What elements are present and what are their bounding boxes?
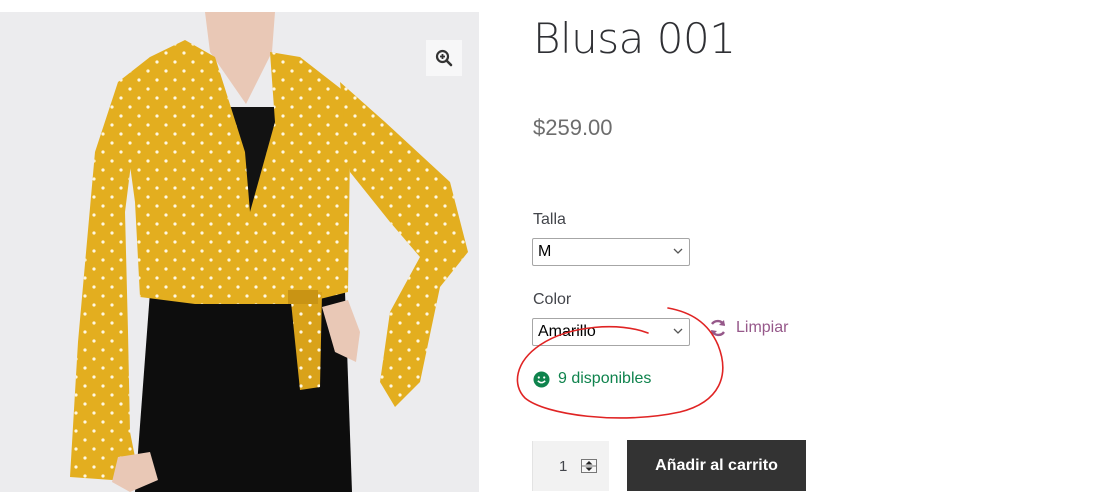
refresh-icon [710,319,726,337]
product-price: $259.00 [533,115,613,140]
clear-variations-link[interactable]: Limpiar [708,318,788,338]
product-title: Blusa 001 [533,14,736,63]
zoom-button[interactable] [426,40,462,76]
size-label: Talla [533,211,566,228]
product-image[interactable] [0,12,479,492]
clear-variations-label: Limpiar [736,319,789,336]
chevron-down-icon [673,248,683,254]
size-select-value: M [538,243,552,260]
quantity-stepper[interactable]: 1 [532,441,609,491]
quantity-value[interactable]: 1 [559,458,573,475]
chevron-down-icon [673,328,683,334]
stock-status: 9 disponibles [533,370,651,388]
zoom-in-icon [435,49,453,67]
color-label: Color [533,291,572,308]
color-select[interactable]: Amarillo [532,318,690,346]
color-select-value: Amarillo [538,323,596,340]
add-to-cart-button[interactable]: Añadir al carrito [627,440,806,491]
size-select[interactable]: M [532,238,690,266]
product-gallery [0,12,479,492]
spinner-arrows-icon[interactable] [581,459,597,473]
smiley-icon [533,371,550,387]
stock-text: 9 disponibles [558,370,652,387]
